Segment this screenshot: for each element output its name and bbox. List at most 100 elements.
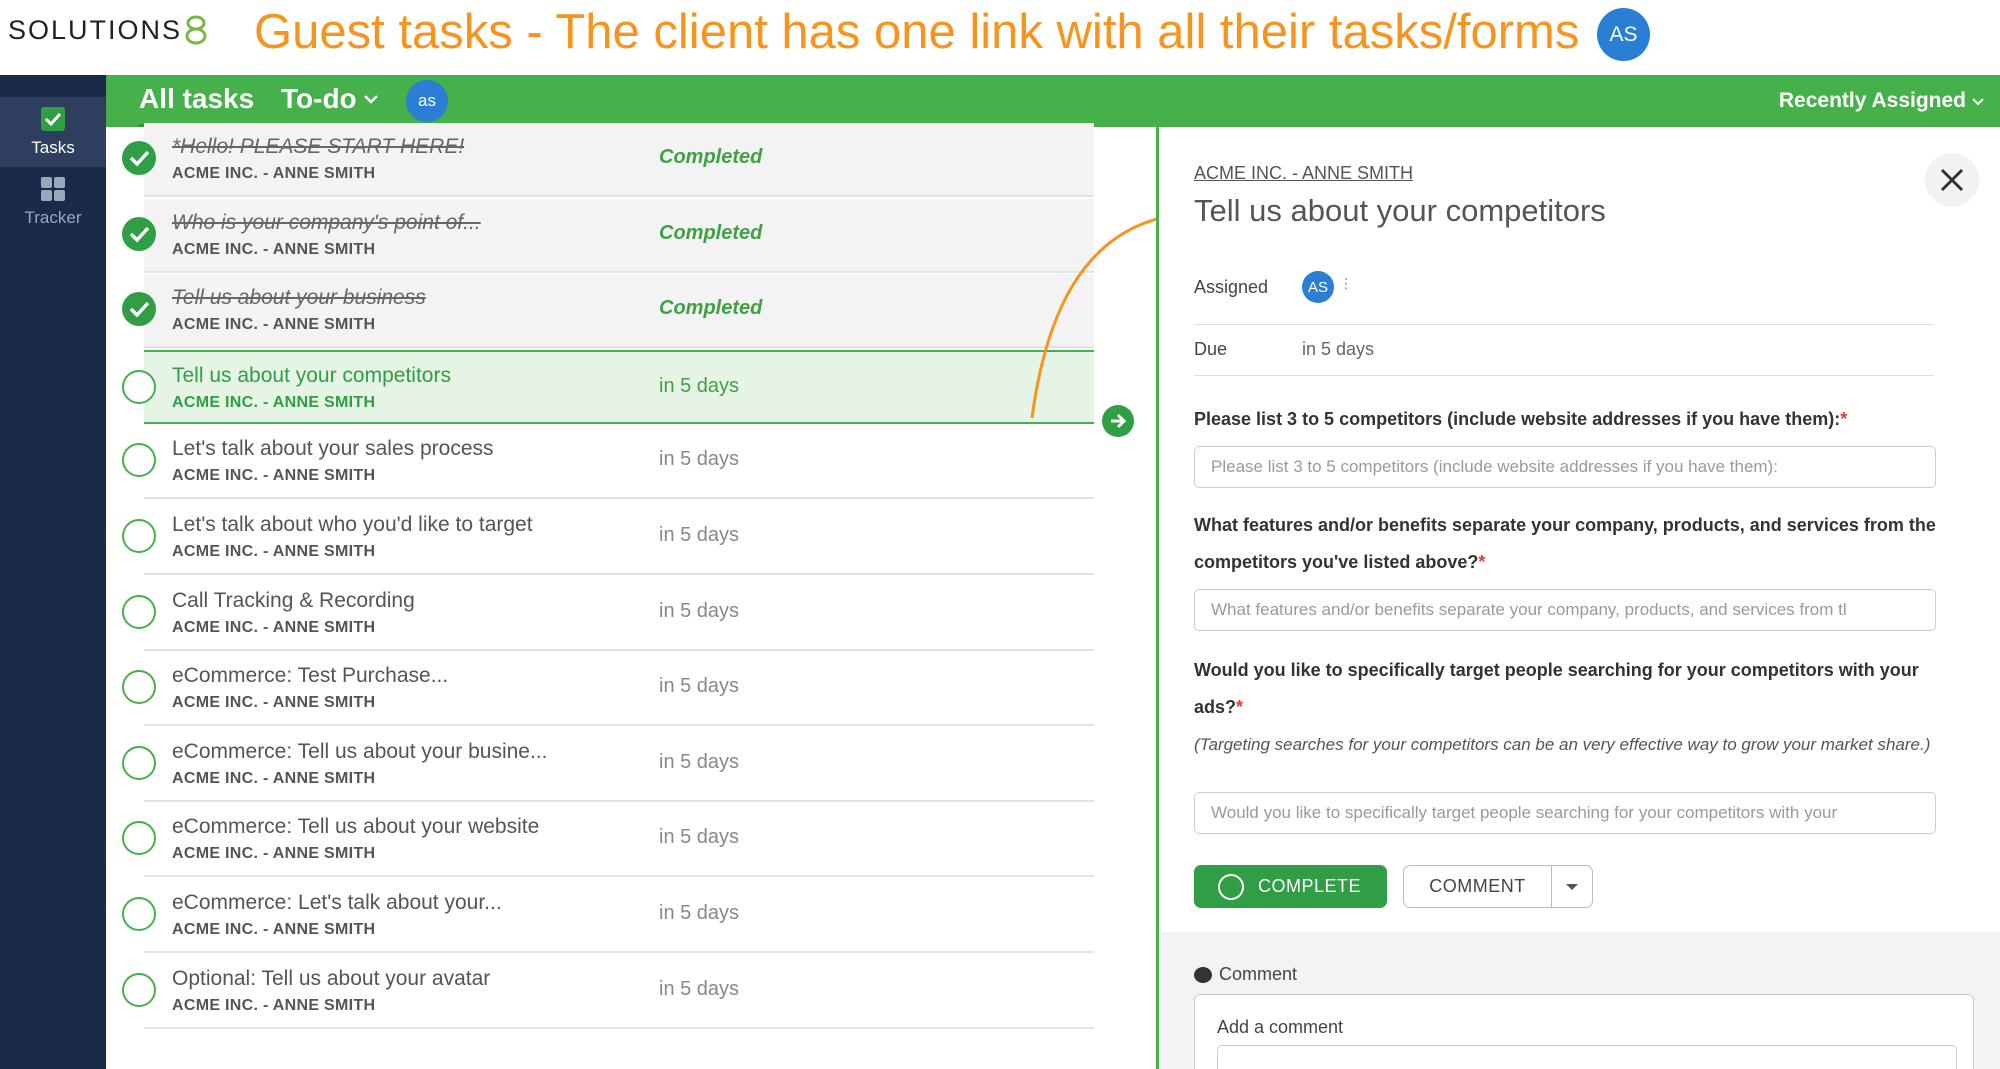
sidebar-item-tasks[interactable]: Tasks [0,97,106,167]
empty-circle-icon[interactable] [122,369,156,404]
task-title: Tell us about your competitors [1194,193,1606,228]
task-row[interactable]: Optional: Tell us about your avatar ACME … [122,954,1094,1029]
empty-circle-icon[interactable] [122,897,156,931]
task-row[interactable]: eCommerce: Test Purchase... ACME INC. - A… [122,652,1094,727]
task-title: Optional: Tell us about your avatar [172,966,491,990]
divider [1194,375,1934,376]
empty-circle-icon[interactable] [122,821,156,856]
task-status: in 5 days [659,675,740,698]
task-row[interactable]: *Hello! PLEASE START HERE! ACME INC. - AN… [122,123,1094,197]
task-row[interactable]: Let's talk about your sales process ACME … [122,425,1094,500]
close-button[interactable] [1925,153,1979,207]
comment-button[interactable]: COMMENT [1403,865,1593,908]
features-input[interactable] [1194,589,1936,631]
target-competitors-input[interactable] [1194,792,1936,834]
task-title: Tell us about your business [172,286,426,310]
assignee-filter-avatar[interactable]: as [406,80,448,122]
user-avatar[interactable]: AS [1597,8,1650,61]
more-options-icon[interactable]: ⋮ [1339,275,1353,292]
close-icon [1940,168,1964,192]
empty-circle-icon[interactable] [122,670,156,705]
checkmark-circle-icon[interactable] [122,216,156,251]
question-text: Would you like to specifically target pe… [1194,660,1919,717]
task-status: in 5 days [659,977,740,1000]
required-mark: * [1236,697,1244,717]
arrow-right-icon [1111,413,1127,429]
checkbox-icon [41,107,65,131]
logo-mark-icon [185,15,207,45]
empty-circle-icon[interactable] [122,745,156,780]
empty-circle-icon[interactable] [122,443,156,478]
question-text: Please list 3 to 5 competitors (include … [1194,409,1841,429]
task-status: Completed [659,297,763,320]
sidebar-item-tracker[interactable]: Tracker [0,167,106,237]
comment-section-label: Comment [1219,964,1298,984]
complete-button[interactable]: COMPLETE [1194,865,1387,908]
task-title: eCommerce: Tell us about your website [172,815,540,839]
comment-section-title: Comment [1194,964,1297,985]
task-client: ACME INC. - ANNE SMITH [172,240,376,258]
task-title: Tell us about your competitors [172,363,451,387]
task-client: ACME INC. - ANNE SMITH [172,996,376,1014]
task-status: in 5 days [659,902,740,924]
tab-all-tasks[interactable]: All tasks [139,83,254,115]
divider [1194,324,1934,325]
question-competitors: Please list 3 to 5 competitors (include … [1194,401,1954,438]
sort-dropdown[interactable]: Recently Assigned [1779,89,1984,113]
task-detail-panel: ACME INC. - ANNE SMITH Tell us about you… [1156,127,2000,1069]
task-status: in 5 days [659,599,740,622]
chevron-down-icon [1972,98,1984,106]
sort-label: Recently Assigned [1778,89,1966,112]
task-row[interactable]: Tell us about your competitors ACME INC. … [122,349,1094,424]
question-target-competitors: Would you like to specifically target pe… [1194,652,1954,726]
question-note: (Targeting searches for your competitors… [1194,735,1931,754]
empty-circle-icon[interactable] [122,972,156,1007]
task-row[interactable]: Who is your company's point of... ACME IN… [122,198,1094,273]
task-title: eCommerce: Test Purchase... [172,664,449,688]
task-title: Let's talk about who you'd like to targe… [172,513,533,536]
assignee-avatar[interactable]: AS [1302,271,1334,303]
task-row[interactable]: eCommerce: Tell us about your busine... A… [122,727,1094,802]
add-comment-label: Add a comment [1217,1017,1344,1037]
task-row[interactable]: Call Tracking & Recording ACME INC. - ANN… [122,576,1094,651]
comment-button-label: COMMENT [1404,866,1552,907]
check-icon [129,150,150,167]
open-task-button[interactable] [1102,405,1134,437]
task-status: in 5 days [659,826,740,849]
left-sidebar: Tasks Tracker [0,75,106,1069]
task-row[interactable]: Let's talk about who you'd like to targe… [122,501,1094,575]
caret-down-icon [1566,883,1578,890]
task-title: eCommerce: Tell us about your busine... [172,739,548,763]
task-title: Call Tracking & Recording [172,588,415,612]
question-text: What features and/or benefits separate y… [1194,515,1936,572]
todo-filter-dropdown[interactable]: To-do [281,83,379,115]
chat-bubble-icon [1194,966,1212,983]
task-row[interactable]: eCommerce: Tell us about your website ACM… [122,803,1094,878]
task-status: in 5 days [659,750,740,773]
task-client: ACME INC. - ANNE SMITH [172,769,376,787]
empty-circle-icon[interactable] [122,594,156,629]
task-client: ACME INC. - ANNE SMITH [172,316,376,334]
checkmark-circle-icon[interactable] [122,141,156,175]
empty-circle-icon[interactable] [122,519,156,553]
task-client: ACME INC. - ANNE SMITH [172,618,376,636]
task-status: Completed [659,146,763,168]
task-client-link[interactable]: ACME INC. - ANNE SMITH [1194,163,1413,184]
competitors-input[interactable] [1194,446,1936,488]
comment-input[interactable] [1217,1045,1957,1069]
checkmark-circle-icon[interactable] [122,292,156,327]
task-status: in 5 days [659,448,740,471]
top-banner: SOLUTIONS Guest tasks - The client has o… [0,0,2000,72]
task-row[interactable]: Tell us about your business ACME INC. - A… [122,274,1094,349]
due-label: Due [1194,339,1228,359]
question-features: What features and/or benefits separate y… [1194,507,1954,581]
comment-dropdown-toggle[interactable] [1552,882,1592,892]
check-icon [129,302,150,318]
task-client: ACME INC. - ANNE SMITH [172,165,376,182]
task-status: in 5 days [659,374,740,397]
complete-button-label: COMPLETE [1258,876,1362,896]
logo-text: SOLUTIONS [8,14,183,45]
task-status: in 5 days [659,524,740,546]
solutions8-logo: SOLUTIONS [8,12,208,48]
task-row[interactable]: eCommerce: Let's talk about your... ACME … [122,879,1094,953]
